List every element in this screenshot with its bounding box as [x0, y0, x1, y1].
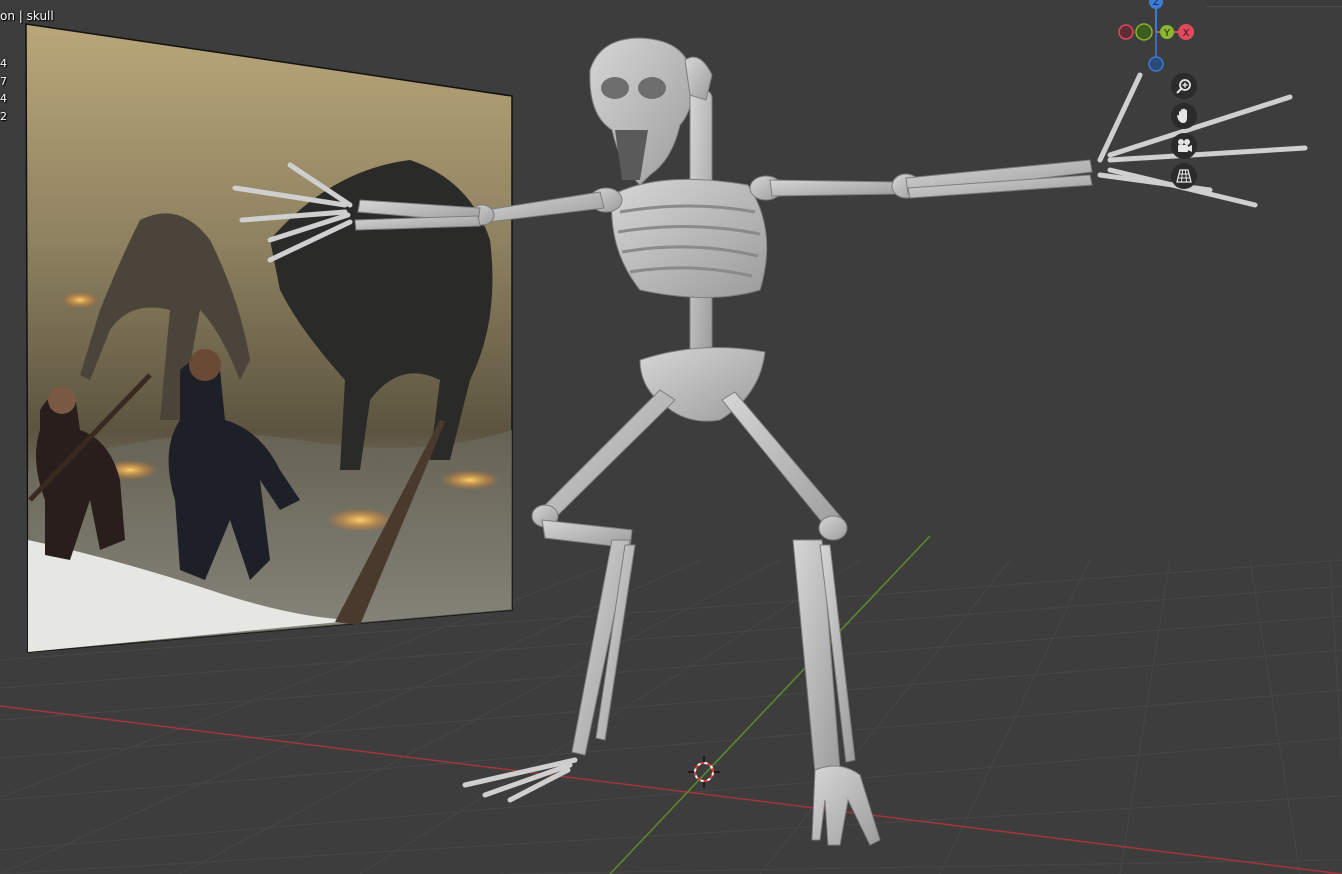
gizmo-x-label: X [1183, 28, 1190, 39]
stat-value: 2 [0, 110, 7, 123]
gizmo-z-label: Z [1153, 0, 1159, 8]
gizmo-neg-y [1135, 23, 1153, 41]
viewport-header-text: on | skull [0, 9, 54, 23]
scene-canvas[interactable] [0, 0, 1342, 874]
3d-cursor [688, 756, 720, 788]
reference-image-plane [25, 23, 513, 653]
stat-value: 4 [0, 92, 7, 105]
x-axis-line [0, 705, 1342, 874]
gizmo-neg-x [1118, 24, 1134, 40]
gizmo-y-label: Y [1163, 28, 1171, 39]
navigation-gizmo[interactable]: Y X Z [1110, 0, 1200, 80]
perspective-grid-icon [1176, 169, 1192, 183]
stat-value: 7 [0, 75, 7, 88]
pan-button[interactable] [1171, 103, 1197, 129]
3d-viewport[interactable]: on | skull 4 7 4 2 Y X Z [0, 0, 1342, 874]
hand-pan-icon [1177, 108, 1187, 123]
perspective-toggle-button[interactable] [1171, 163, 1197, 189]
stat-value: 4 [0, 57, 7, 70]
corner-tab[interactable] [1206, 0, 1342, 7]
gizmo-neg-z [1148, 56, 1164, 72]
camera-view-button[interactable] [1171, 133, 1197, 159]
zoom-button[interactable] [1171, 73, 1197, 99]
camera-icon [1178, 139, 1192, 152]
zoom-icon [1176, 79, 1191, 94]
